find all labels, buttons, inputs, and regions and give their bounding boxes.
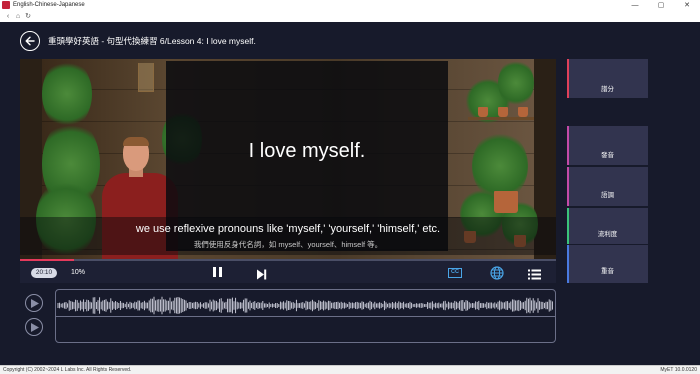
intonation-button[interactable]: 語調 [567,167,648,206]
copyright-text: Copyright (C) 2002~2024 L Labs Inc. All … [3,367,132,373]
nav-refresh-button[interactable]: ↻ [23,11,33,22]
list-icon [528,269,541,280]
back-button[interactable] [20,31,40,51]
closed-captions-button[interactable]: CC [448,268,462,278]
fluency-button[interactable]: 流利度 [567,208,648,244]
waveform-divider [56,316,555,317]
video-controls: 20:10 10% CC [20,261,556,283]
playlist-button[interactable] [528,267,541,285]
stress-button[interactable]: 重音 [567,245,648,283]
practice-sentence: I love myself. [248,140,366,162]
pronunciation-button[interactable]: 發音 [567,126,648,165]
shelf [468,117,534,120]
time-display: 20:10 [31,268,57,278]
status-bar: Copyright (C) 2002~2024 L Labs Inc. All … [0,365,700,374]
score-label: 譜分 [601,86,614,93]
maximize-button[interactable]: ▢ [648,0,674,11]
subtitle-chinese: 我們使用反身代名詞，如 myself、yourself、himself 等。 [193,240,383,249]
language-button[interactable] [490,266,504,285]
intonation-label: 語調 [601,192,614,199]
score-button[interactable]: 譜分 [567,59,648,98]
minimize-button[interactable]: — [622,0,648,11]
nav-back-button[interactable]: ‹ [3,11,13,22]
arrow-left-icon [25,36,35,46]
pause-icon [213,267,216,277]
window-titlebar: English-Chinese-Japanese — ▢ ✕ [0,0,700,11]
fluency-label: 流利度 [597,231,618,238]
speed-display[interactable]: 10% [71,267,85,279]
next-button[interactable] [256,267,267,285]
reference-waveform [57,296,553,315]
lesson-title: 重頭學好英語 - 句型代換練習 6/Lesson 4: I love mysel… [48,36,256,46]
version-text: MyET 10.0.0120 [660,367,697,373]
waveform-panel[interactable] [55,289,556,343]
skip-next-icon [257,269,267,280]
lantern-image [138,63,154,92]
play-recording-button[interactable] [25,318,43,336]
play-icon [31,298,39,308]
subtitle-english: we use reflexive pronouns like 'myself,'… [135,223,441,235]
play-icon [31,322,39,332]
pause-button[interactable] [213,267,223,278]
nav-home-button[interactable]: ⌂ [13,11,23,22]
window-title: English-Chinese-Japanese [13,2,85,8]
close-button[interactable]: ✕ [674,0,700,11]
stress-label: 重音 [601,268,614,275]
play-reference-button[interactable] [25,294,43,312]
app-icon [2,1,10,9]
pronunciation-label: 發音 [601,152,614,159]
globe-icon [490,266,504,280]
main-content: 重頭學好英語 - 句型代換練習 6/Lesson 4: I love mysel… [0,22,700,365]
video-player[interactable]: I love myself. we use reflexive pronouns… [20,59,556,281]
